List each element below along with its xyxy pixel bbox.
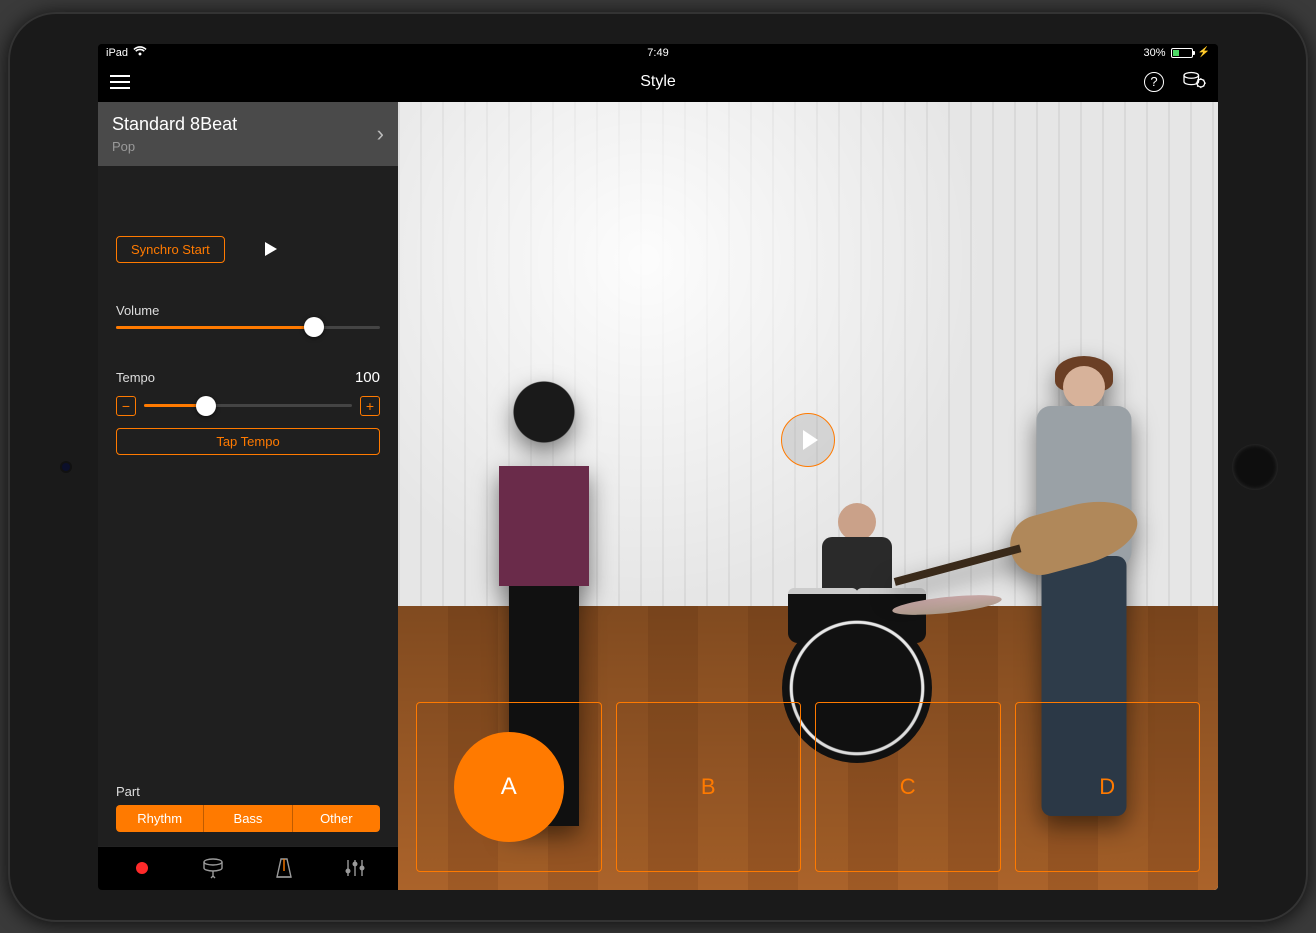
part-label: Part: [116, 784, 380, 799]
tap-tempo-button[interactable]: Tap Tempo: [116, 428, 380, 455]
part-segmented-control: Rhythm Bass Other: [116, 805, 380, 832]
tempo-increment-button[interactable]: +: [360, 396, 380, 416]
nav-bar: Style ?: [98, 62, 1218, 102]
battery-percent: 30%: [1144, 47, 1166, 59]
menu-button[interactable]: [110, 75, 130, 89]
synchro-start-button[interactable]: Synchro Start: [116, 236, 225, 263]
play-button[interactable]: [265, 242, 277, 256]
device-label: iPad: [106, 47, 128, 59]
mixer-button[interactable]: [335, 857, 375, 879]
help-button[interactable]: ?: [1144, 72, 1164, 92]
ipad-frame: iPad 7:49 30% ⚡ Style ?: [8, 12, 1308, 922]
variation-pads: A B C D: [416, 702, 1200, 872]
status-bar: iPad 7:49 30% ⚡: [98, 44, 1218, 62]
library-button[interactable]: [193, 857, 233, 879]
volume-slider[interactable]: [116, 326, 380, 329]
wifi-icon: [133, 46, 147, 59]
tempo-value: 100: [355, 369, 380, 386]
part-rhythm-button[interactable]: Rhythm: [116, 805, 204, 832]
pad-d[interactable]: D: [1015, 702, 1201, 872]
style-name: Standard 8Beat: [112, 114, 237, 135]
chevron-right-icon: ›: [377, 121, 384, 147]
tempo-decrement-button[interactable]: −: [116, 396, 136, 416]
style-selector[interactable]: Standard 8Beat Pop ›: [98, 102, 398, 166]
charging-icon: ⚡: [1198, 47, 1210, 58]
nav-title: Style: [640, 73, 676, 91]
pad-c[interactable]: C: [815, 702, 1001, 872]
sidebar: Standard 8Beat Pop › Synchro Start Volum…: [98, 102, 398, 890]
stage-view: A B C D: [398, 102, 1218, 890]
metronome-button[interactable]: [264, 857, 304, 879]
drum-settings-button[interactable]: [1182, 69, 1206, 94]
tempo-slider[interactable]: [144, 404, 352, 407]
pad-a[interactable]: A: [416, 702, 602, 872]
ipad-camera: [62, 463, 70, 471]
play-icon: [803, 430, 818, 450]
bottom-toolbar: [98, 846, 398, 890]
pad-b[interactable]: B: [616, 702, 802, 872]
part-other-button[interactable]: Other: [293, 805, 380, 832]
record-button[interactable]: [122, 862, 162, 874]
status-time: 7:49: [647, 47, 668, 59]
status-right: 30% ⚡: [1144, 47, 1210, 59]
stage-play-button[interactable]: [781, 413, 835, 467]
volume-label: Volume: [116, 303, 380, 318]
battery-icon: [1171, 48, 1193, 58]
status-left: iPad: [106, 46, 147, 59]
tempo-label: Tempo: [116, 370, 155, 385]
home-button[interactable]: [1232, 444, 1278, 490]
screen: iPad 7:49 30% ⚡ Style ?: [98, 44, 1218, 890]
part-bass-button[interactable]: Bass: [204, 805, 292, 832]
pad-a-active-indicator: A: [454, 732, 564, 842]
content-area: Standard 8Beat Pop › Synchro Start Volum…: [98, 102, 1218, 890]
style-category: Pop: [112, 139, 237, 154]
